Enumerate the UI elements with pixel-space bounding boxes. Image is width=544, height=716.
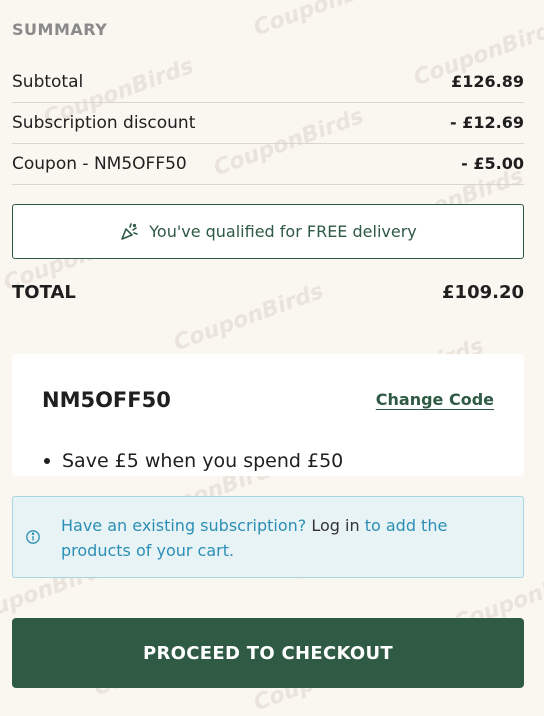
proceed-to-checkout-button[interactable]: PROCEED TO CHECKOUT: [12, 618, 524, 688]
total-label: TOTAL: [12, 282, 76, 303]
party-popper-icon: [119, 222, 139, 242]
subtotal-row: Subtotal £126.89: [12, 61, 524, 103]
coupon-code: NM5OFF50: [42, 388, 171, 412]
coupon-row-label: Coupon - NM5OFF50: [12, 153, 187, 174]
info-icon: [25, 529, 41, 545]
coupon-bullet-text: Save £5 when you spend £50: [62, 450, 344, 472]
coupon-card: NM5OFF50 Change Code Save £5 when you sp…: [12, 354, 524, 476]
login-link[interactable]: Log in: [311, 516, 359, 535]
subscription-discount-row: Subscription discount - £12.69: [12, 102, 524, 144]
watermark: CouponBirds: [250, 0, 407, 42]
subscription-discount-label: Subscription discount: [12, 112, 196, 133]
free-delivery-text: You've qualified for FREE delivery: [149, 222, 417, 241]
summary-title: SUMMARY: [12, 20, 108, 39]
bullet-dot: [44, 458, 50, 464]
subtotal-label: Subtotal: [12, 71, 84, 92]
info-text-before: Have an existing subscription?: [61, 516, 307, 535]
subscription-discount-value: - £12.69: [450, 113, 524, 132]
coupon-row-value: - £5.00: [461, 154, 524, 173]
total-row: TOTAL £109.20: [12, 282, 524, 303]
free-delivery-notice: You've qualified for FREE delivery: [12, 204, 524, 259]
total-value: £109.20: [442, 282, 524, 303]
info-text: Have an existing subscription? Log in to…: [61, 513, 491, 563]
subscription-info-box: Have an existing subscription? Log in to…: [12, 496, 524, 578]
coupon-bullet-item: Save £5 when you spend £50: [44, 450, 343, 472]
subtotal-value: £126.89: [451, 72, 524, 91]
coupon-row: Coupon - NM5OFF50 - £5.00: [12, 143, 524, 185]
change-code-link[interactable]: Change Code: [376, 390, 494, 409]
